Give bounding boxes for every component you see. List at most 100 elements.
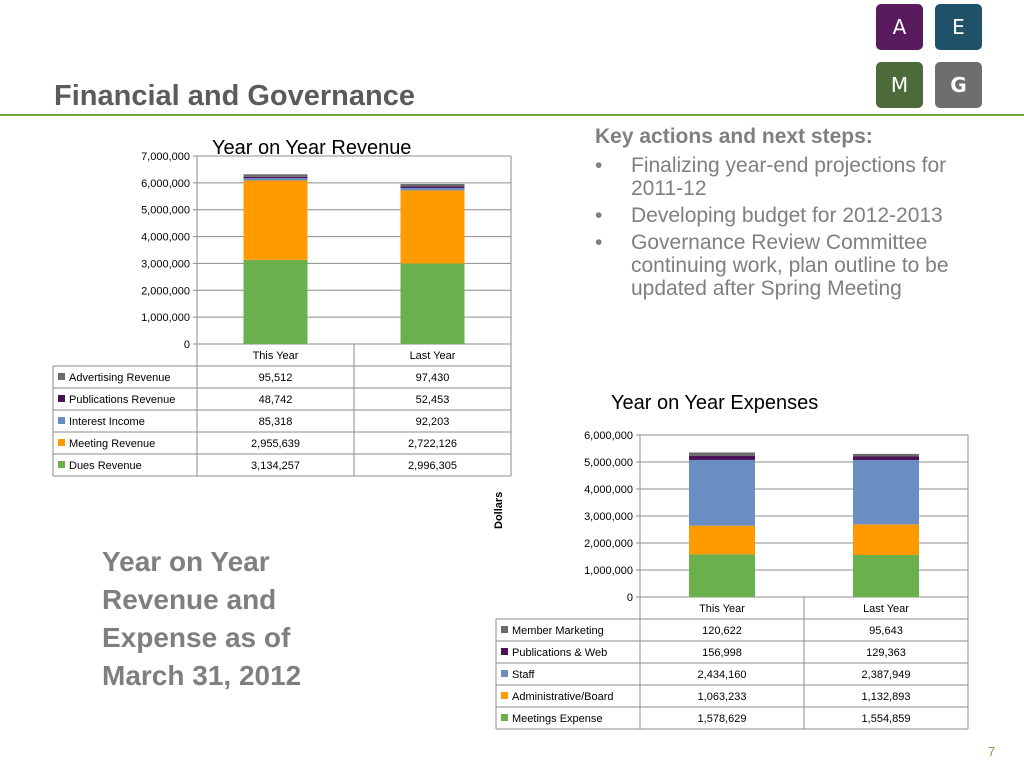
key-actions-heading: Key actions and next steps: <box>595 125 873 148</box>
table-value: 156,998 <box>702 647 742 659</box>
table-value: 95,643 <box>869 625 903 637</box>
bar-segment <box>400 186 465 188</box>
legend-label: Member Marketing <box>512 625 604 637</box>
y-tick-label: 7,000,000 <box>141 151 190 163</box>
y-tick-label: 5,000,000 <box>141 205 190 217</box>
y-tick-label: 1,000,000 <box>141 312 190 324</box>
legend-label: Meetings Expense <box>512 713 603 725</box>
legend-key <box>58 373 65 380</box>
table-value: 1,132,893 <box>862 691 911 703</box>
table-value: 97,430 <box>416 372 450 384</box>
legend-key <box>501 714 508 721</box>
bar-segment <box>853 459 919 525</box>
legend-key <box>58 417 65 424</box>
table-value: 1,578,629 <box>698 713 747 725</box>
y-tick-label: 0 <box>627 592 633 604</box>
logo-tile-a: A <box>876 4 923 50</box>
bar-segment <box>243 176 308 179</box>
bar-segment <box>689 554 755 597</box>
x-category-label: This Year <box>699 603 745 615</box>
x-category-label: Last Year <box>410 350 456 362</box>
legend-label: Publications Revenue <box>69 394 175 406</box>
x-category-label: Last Year <box>863 603 909 615</box>
bar-segment <box>243 174 308 177</box>
bullet-icon: • <box>595 204 603 227</box>
logo-tile-g: G <box>935 62 982 108</box>
y-tick-label: 4,000,000 <box>584 484 633 496</box>
y-tick-label: 4,000,000 <box>141 232 190 244</box>
bullet-icon: • <box>595 154 603 177</box>
key-action-item: • Finalizing year-end projections for 20… <box>595 154 955 200</box>
key-actions-panel: Key actions and next steps: • Finalizing… <box>595 124 955 300</box>
table-value: 52,453 <box>416 394 450 406</box>
bar-segment <box>400 183 465 187</box>
legend-label: Advertising Revenue <box>69 372 171 384</box>
table-value: 2,387,949 <box>862 669 911 681</box>
legend-label: Administrative/Board <box>512 691 614 703</box>
table-value: 92,203 <box>416 416 450 428</box>
expenses-chart-title: Year on Year Expenses <box>611 392 819 414</box>
table-value: 2,722,126 <box>408 438 457 450</box>
table-value: 85,318 <box>259 416 293 428</box>
bar-segment <box>853 453 919 457</box>
key-action-text: Governance Review Committee continuing w… <box>631 231 949 300</box>
bar-segment <box>400 263 465 344</box>
bar-segment <box>400 187 465 191</box>
table-value: 48,742 <box>259 394 293 406</box>
y-tick-label: 6,000,000 <box>141 178 190 190</box>
legend-key <box>58 439 65 446</box>
table-value: 1,554,859 <box>862 713 911 725</box>
bar-segment <box>853 555 919 597</box>
legend-key <box>58 395 65 402</box>
bar-segment <box>400 190 465 264</box>
x-category-label: This Year <box>253 350 299 362</box>
y-tick-label: 5,000,000 <box>584 457 633 469</box>
y-tick-label: 0 <box>184 339 190 351</box>
bar-segment <box>689 459 755 526</box>
page-title: Financial and Governance <box>54 80 415 112</box>
bar-segment <box>689 525 755 555</box>
chart-caption: Year on Year Revenue and Expense as of M… <box>102 546 302 691</box>
bullet-icon: • <box>595 231 603 254</box>
logo-tile-m: M <box>876 62 923 108</box>
table-value: 3,134,257 <box>251 460 300 472</box>
legend-label: Dues Revenue <box>69 460 142 472</box>
legend-key <box>501 626 508 633</box>
bar-segment <box>689 452 755 456</box>
key-action-item: • Developing budget for 2012-2013 <box>595 204 955 227</box>
table-value: 2,996,305 <box>408 460 457 472</box>
table-value: 129,363 <box>866 647 906 659</box>
table-value: 1,063,233 <box>698 691 747 703</box>
bar-segment <box>853 524 919 556</box>
legend-key <box>58 461 65 468</box>
table-value: 2,434,160 <box>698 669 747 681</box>
bar-segment <box>689 455 755 460</box>
y-tick-label: 2,000,000 <box>141 285 190 297</box>
bar-segment <box>243 259 308 344</box>
expenses-chart: 0 1,000,000 2,000,000 3,000,000 4,000,000 5,0… <box>495 430 969 730</box>
y-tick-label: 1,000,000 <box>584 565 633 577</box>
table-value: 95,512 <box>259 372 293 384</box>
legend-label: Publications & Web <box>512 647 607 659</box>
legend-label: Meeting Revenue <box>69 438 155 450</box>
y-tick-label: 3,000,000 <box>141 258 190 270</box>
bar-segment <box>853 456 919 460</box>
legend-key <box>501 670 508 677</box>
key-actions-list: • Finalizing year-end projections for 20… <box>595 154 955 300</box>
logo-tile-e: E <box>935 4 982 50</box>
revenue-chart: 0 1,000,000 2,000,000 3,000,000 4,000,000 5,0… <box>52 151 512 477</box>
bar-segment <box>243 180 308 260</box>
legend-label: Staff <box>512 669 535 681</box>
legend-key <box>501 648 508 655</box>
title-divider <box>0 114 1024 116</box>
page-number: 7 <box>988 744 996 759</box>
key-action-item: • Governance Review Committee continuing… <box>595 231 955 300</box>
y-tick-label: 2,000,000 <box>584 538 633 550</box>
key-action-text: Finalizing year-end projections for 2011… <box>631 154 947 200</box>
legend-key <box>501 692 508 699</box>
legend-label: Interest Income <box>69 416 145 428</box>
table-value: 120,622 <box>702 625 742 637</box>
bar-segment <box>243 178 308 181</box>
table-value: 2,955,639 <box>251 438 300 450</box>
y-tick-label: 6,000,000 <box>584 430 633 442</box>
